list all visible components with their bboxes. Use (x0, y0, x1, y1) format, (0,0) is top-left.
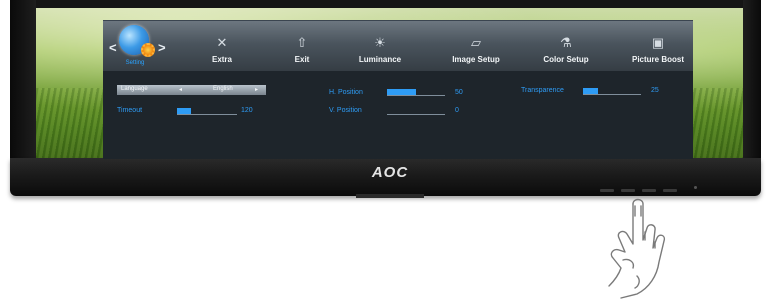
timeout-slider-fill (177, 108, 192, 114)
menu-label: Picture Boost (631, 55, 684, 64)
menu-extra[interactable]: ✕ Extra (187, 35, 257, 64)
language-label: Language (121, 86, 148, 92)
menu-label: Color Setup (543, 55, 589, 64)
hardware-button-auto[interactable] (663, 189, 677, 192)
language-right-arrow[interactable]: ▸ (255, 86, 258, 93)
language-selector[interactable]: Language ◂ English ▸ (117, 85, 266, 95)
v-position-label: V. Position (329, 107, 362, 114)
menu-label: Luminance (358, 55, 402, 64)
osd-body: Language ◂ English ▸ Timeout 120 H. Posi… (103, 71, 693, 159)
picture-boost-icon: ▣ (651, 35, 665, 50)
menu-label: Image Setup (452, 55, 500, 64)
gear-icon (141, 43, 155, 57)
transparence-value: 25 (651, 87, 659, 94)
v-position-value: 0 (455, 107, 459, 114)
timeout-label: Timeout (117, 107, 143, 114)
stand-notch (356, 194, 424, 198)
nav-left-arrow[interactable]: < (109, 40, 117, 55)
menu-picture-boost[interactable]: ▣ Picture Boost (623, 35, 693, 64)
menu-label: Exit (294, 55, 310, 64)
menu-image-setup[interactable]: ▱ Image Setup (441, 35, 511, 64)
timeout-slider[interactable] (177, 108, 237, 115)
current-menu-label: Setting (125, 60, 145, 66)
menu-luminance[interactable]: ☀ Luminance (345, 35, 415, 64)
h-position-value: 50 (455, 89, 463, 96)
menu-exit[interactable]: ⇧ Exit (267, 35, 337, 64)
h-position-label: H. Position (329, 89, 363, 96)
v-position-slider[interactable] (387, 108, 445, 115)
h-position-slider[interactable] (387, 89, 445, 96)
color-setup-icon: ⚗ (560, 35, 572, 50)
timeout-value: 120 (241, 107, 253, 114)
transparence-slider-fill (583, 88, 598, 94)
pointing-hand-icon (608, 198, 666, 299)
x-icon: ✕ (216, 35, 228, 50)
sun-icon: ☀ (374, 35, 386, 50)
menu-color-setup[interactable]: ⚗ Color Setup (531, 35, 601, 64)
h-position-slider-fill (387, 89, 416, 95)
image-setup-icon: ▱ (471, 35, 481, 50)
transparence-label: Transparence (521, 87, 564, 94)
language-value: English (213, 86, 233, 92)
bezel-top (10, 0, 761, 8)
nav-right-arrow[interactable]: > (158, 40, 166, 55)
exit-icon: ⇧ (296, 35, 308, 50)
hardware-button-plus[interactable] (642, 189, 656, 192)
power-led (694, 186, 697, 189)
bezel-right (743, 0, 761, 178)
hardware-button-minus[interactable] (621, 189, 635, 192)
language-left-arrow[interactable]: ◂ (179, 86, 182, 93)
menu-label: Extra (211, 55, 232, 64)
brand-logo: AOC (371, 164, 409, 181)
hardware-button-menu[interactable] (600, 189, 614, 192)
osd-panel: < > Setting ✕ Extra ⇧ Exit ☀ Luminance ▱… (103, 20, 693, 159)
osd-header: < > Setting ✕ Extra ⇧ Exit ☀ Luminance ▱… (103, 21, 693, 71)
bezel-left (10, 0, 36, 178)
transparence-slider[interactable] (583, 88, 641, 95)
